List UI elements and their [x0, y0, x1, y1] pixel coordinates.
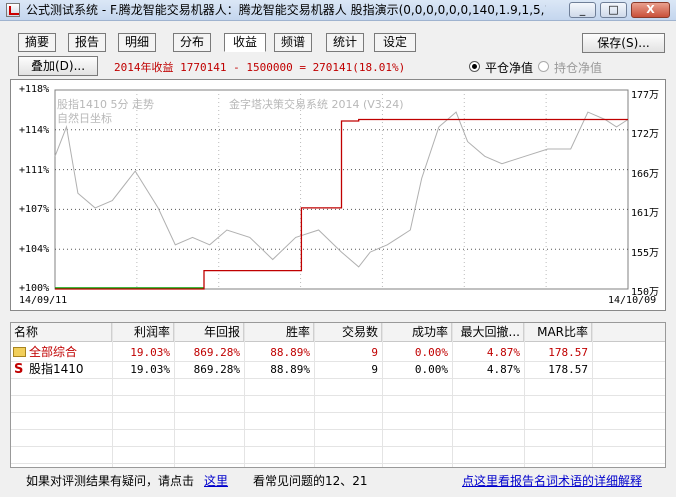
column-header-annual-return[interactable]: 年回报: [174, 323, 244, 341]
minimize-button[interactable]: _: [569, 2, 596, 18]
tab-detail[interactable]: 明细: [118, 33, 156, 52]
column-header-success-rate[interactable]: 成功率: [382, 323, 452, 341]
row-mar-ratio: 178.57: [548, 363, 588, 376]
save-button[interactable]: 保存(S)...: [582, 33, 665, 53]
equity-chart: 股指1410 5分 走势 自然日坐标 金字塔决策交易系统 2014 (V3.24…: [10, 79, 666, 311]
footer-faq-text: 看常见问题的12、21: [253, 474, 368, 488]
right-axis-tick: 161万: [631, 208, 660, 219]
table-row[interactable]: S 股指1410 19.03% 869.28% 88.89% 9 0.00% 4…: [11, 361, 665, 378]
column-header-mar-ratio[interactable]: MAR比率: [524, 323, 592, 341]
right-axis-tick: 155万: [631, 248, 660, 259]
table-row-divider: [11, 446, 665, 447]
equity-series-line: [55, 118, 628, 290]
app-icon: [6, 3, 20, 17]
x-axis-end-label: 14/10/09: [608, 295, 657, 306]
flat-net-value-radio[interactable]: [469, 61, 480, 72]
overlay-button[interactable]: 叠加(D)...: [18, 56, 98, 76]
profit-summary: 2014年收益 1770141 - 1500000 = 270141(18.01…: [114, 61, 406, 74]
left-axis-tick: +100%: [19, 283, 50, 294]
left-axis-tick: +104%: [19, 244, 50, 255]
table-header: 名称 利润率 年回报 胜率 交易数 成功率 最大回撤... MAR比率: [11, 323, 665, 342]
table-row-divider: [11, 463, 665, 464]
maximize-button[interactable]: □: [600, 2, 627, 18]
close-button[interactable]: X: [631, 2, 670, 18]
row-trade-count: 9: [371, 346, 378, 359]
row-max-drawdown: 4.87%: [486, 346, 520, 359]
column-header-name[interactable]: 名称: [11, 323, 112, 341]
table-row-divider: [11, 429, 665, 430]
row-win-rate: 88.89%: [270, 346, 310, 359]
tab-spectrum[interactable]: 频谱: [274, 33, 312, 52]
row-profit-rate: 19.03%: [130, 346, 170, 359]
footer-glossary-link[interactable]: 点这里看报告名词术语的详细解释: [462, 472, 642, 489]
table-row-divider: [11, 395, 665, 396]
column-header-win-rate[interactable]: 胜率: [244, 323, 314, 341]
x-axis-start-label: 14/09/11: [19, 295, 68, 306]
chart-coord-label: 自然日坐标: [57, 112, 112, 125]
results-table: 名称 利润率 年回报 胜率 交易数 成功率 最大回撤... MAR比率 全部综合…: [10, 322, 666, 468]
right-axis-tick: 166万: [631, 169, 660, 180]
row-mar-ratio: 178.57: [548, 346, 588, 359]
window-title: 公式测试系统 - F.腾龙智能交易机器人：腾龙智能交易机器人 股指演示(0,0,…: [26, 3, 546, 17]
right-axis-tick: 177万: [631, 90, 660, 101]
flat-net-value-label[interactable]: 平仓净值: [485, 59, 533, 76]
left-axis-tick: +107%: [19, 204, 50, 215]
row-success-rate: 0.00%: [414, 363, 448, 376]
row-win-rate: 88.89%: [270, 363, 310, 376]
row-profit-rate: 19.03%: [130, 363, 170, 376]
strategy-icon: S: [14, 362, 24, 377]
row-name: 全部综合: [29, 345, 78, 359]
left-axis-tick: +111%: [19, 165, 50, 176]
row-annual-return: 869.28%: [193, 363, 240, 376]
tab-returns[interactable]: 收益: [224, 33, 266, 52]
title-bar: 公式测试系统 - F.腾龙智能交易机器人：腾龙智能交易机器人 股指演示(0,0,…: [0, 0, 676, 21]
table-row-divider: [11, 412, 665, 413]
footer-question-text: 如果对评测结果有疑问，请点击: [26, 474, 195, 488]
table-row[interactable]: 全部综合 19.03% 869.28% 88.89% 9 0.00% 4.87%…: [11, 344, 665, 361]
tab-settings[interactable]: 设定: [374, 33, 416, 52]
left-axis-tick: +114%: [19, 125, 50, 136]
row-annual-return: 869.28%: [193, 346, 240, 359]
row-trade-count: 9: [371, 363, 378, 376]
tab-report[interactable]: 报告: [68, 33, 106, 52]
column-header-max-drawdown[interactable]: 最大回撤...: [452, 323, 524, 341]
footer-here-link[interactable]: 这里: [204, 472, 228, 489]
folder-icon: [13, 347, 26, 357]
column-header-trade-count[interactable]: 交易数: [314, 323, 382, 341]
hold-net-value-radio[interactable]: [538, 61, 549, 72]
row-success-rate: 0.00%: [414, 346, 448, 359]
chart-system-label: 金字塔决策交易系统 2014 (V3.24): [229, 98, 404, 111]
left-axis-tick: +118%: [19, 84, 50, 95]
row-name: 股指1410: [29, 362, 84, 376]
hold-net-value-label[interactable]: 持仓净值: [554, 59, 602, 76]
column-header-profit-rate[interactable]: 利润率: [112, 323, 174, 341]
tab-distribution[interactable]: 分布: [173, 33, 211, 52]
table-row-divider: [11, 378, 665, 379]
tab-statistics[interactable]: 统计: [326, 33, 364, 52]
tab-summary[interactable]: 摘要: [18, 33, 56, 52]
row-max-drawdown: 4.87%: [486, 363, 520, 376]
right-axis-tick: 172万: [631, 129, 660, 140]
